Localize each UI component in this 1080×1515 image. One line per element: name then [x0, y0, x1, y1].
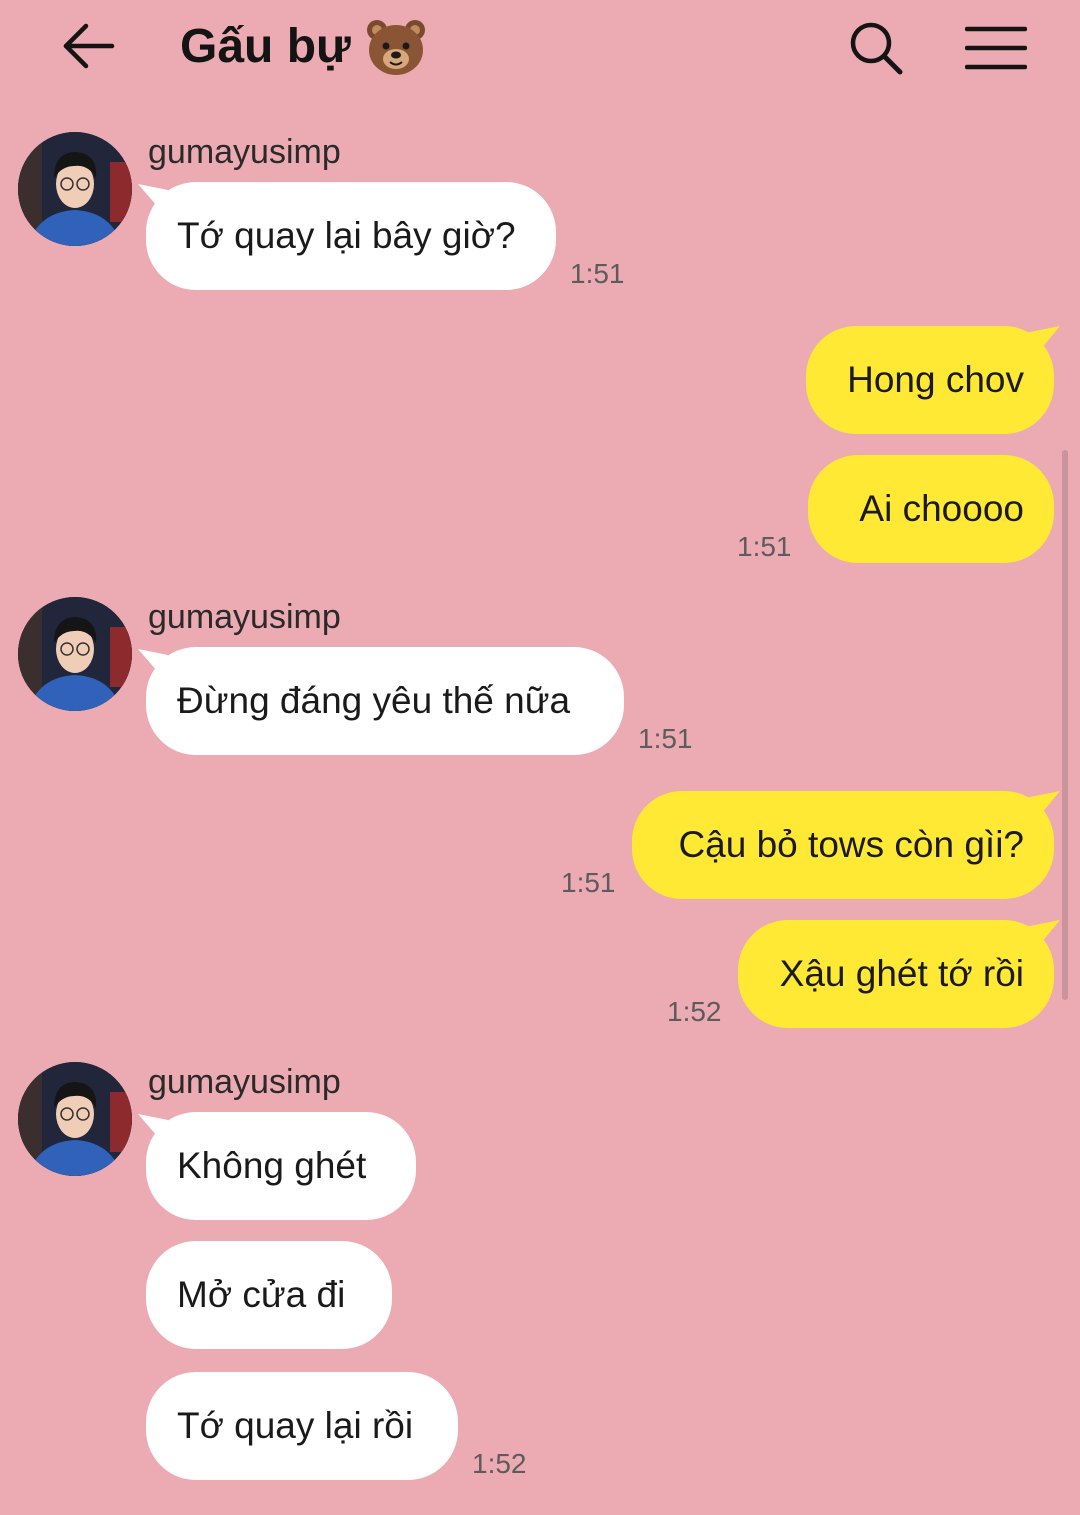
message-text: Không ghét: [177, 1145, 367, 1186]
message-bubble-outgoing[interactable]: Ai choooo: [808, 455, 1054, 563]
avatar[interactable]: [18, 132, 132, 246]
message-time: 1:51: [570, 258, 625, 289]
scrollbar[interactable]: [1062, 450, 1068, 1000]
back-button[interactable]: [52, 14, 124, 78]
sender-name: gumayusimp: [148, 598, 341, 636]
message-text: Xậu ghét tớ rồi: [779, 953, 1024, 994]
avatar[interactable]: [18, 597, 132, 711]
avatar[interactable]: [18, 1062, 132, 1176]
message-bubble-incoming[interactable]: Không ghét: [146, 1112, 416, 1220]
message-time: 1:52: [667, 996, 722, 1027]
message-time: 1:51: [737, 531, 792, 562]
message-bubble-incoming[interactable]: Tớ quay lại rồi: [146, 1372, 458, 1480]
message-text: Mở cửa đi: [177, 1274, 346, 1315]
sender-name: gumayusimp: [148, 1063, 341, 1101]
message-bubble-incoming[interactable]: Tớ quay lại bây giờ?: [146, 182, 556, 290]
message-bubble-outgoing[interactable]: Xậu ghét tớ rồi: [738, 920, 1054, 1028]
chat-title: Gấu bự: [180, 16, 427, 78]
message-text: Tớ quay lại rồi: [177, 1405, 414, 1446]
message-time: 1:51: [638, 723, 693, 754]
hamburger-menu-icon: [965, 26, 1027, 70]
search-button[interactable]: [840, 12, 912, 84]
chat-title-text: Gấu bự: [180, 20, 351, 73]
message-text: Cậu bỏ tows còn gìi?: [678, 824, 1024, 865]
message-text: Tớ quay lại bây giờ?: [177, 215, 516, 256]
arrow-left-icon: [63, 23, 115, 69]
message-bubble-outgoing[interactable]: Hong chov: [806, 326, 1054, 434]
message-bubble-outgoing[interactable]: Cậu bỏ tows còn gìi?: [632, 791, 1054, 899]
message-text: Hong chov: [847, 359, 1024, 400]
menu-button[interactable]: [960, 12, 1032, 84]
message-text: Ai choooo: [859, 488, 1024, 529]
sender-name: gumayusimp: [148, 133, 341, 171]
search-icon: [850, 22, 903, 75]
message-text: Đừng đáng yêu thế nữa: [177, 680, 571, 721]
message-time: 1:52: [472, 1448, 527, 1479]
top-bar: Gấu bự: [0, 0, 1080, 96]
message-time: 1:51: [561, 867, 616, 898]
message-bubble-incoming[interactable]: Đừng đáng yêu thế nữa: [146, 647, 624, 755]
message-bubble-incoming[interactable]: Mở cửa đi: [146, 1241, 392, 1349]
bear-face-icon: [365, 16, 427, 78]
